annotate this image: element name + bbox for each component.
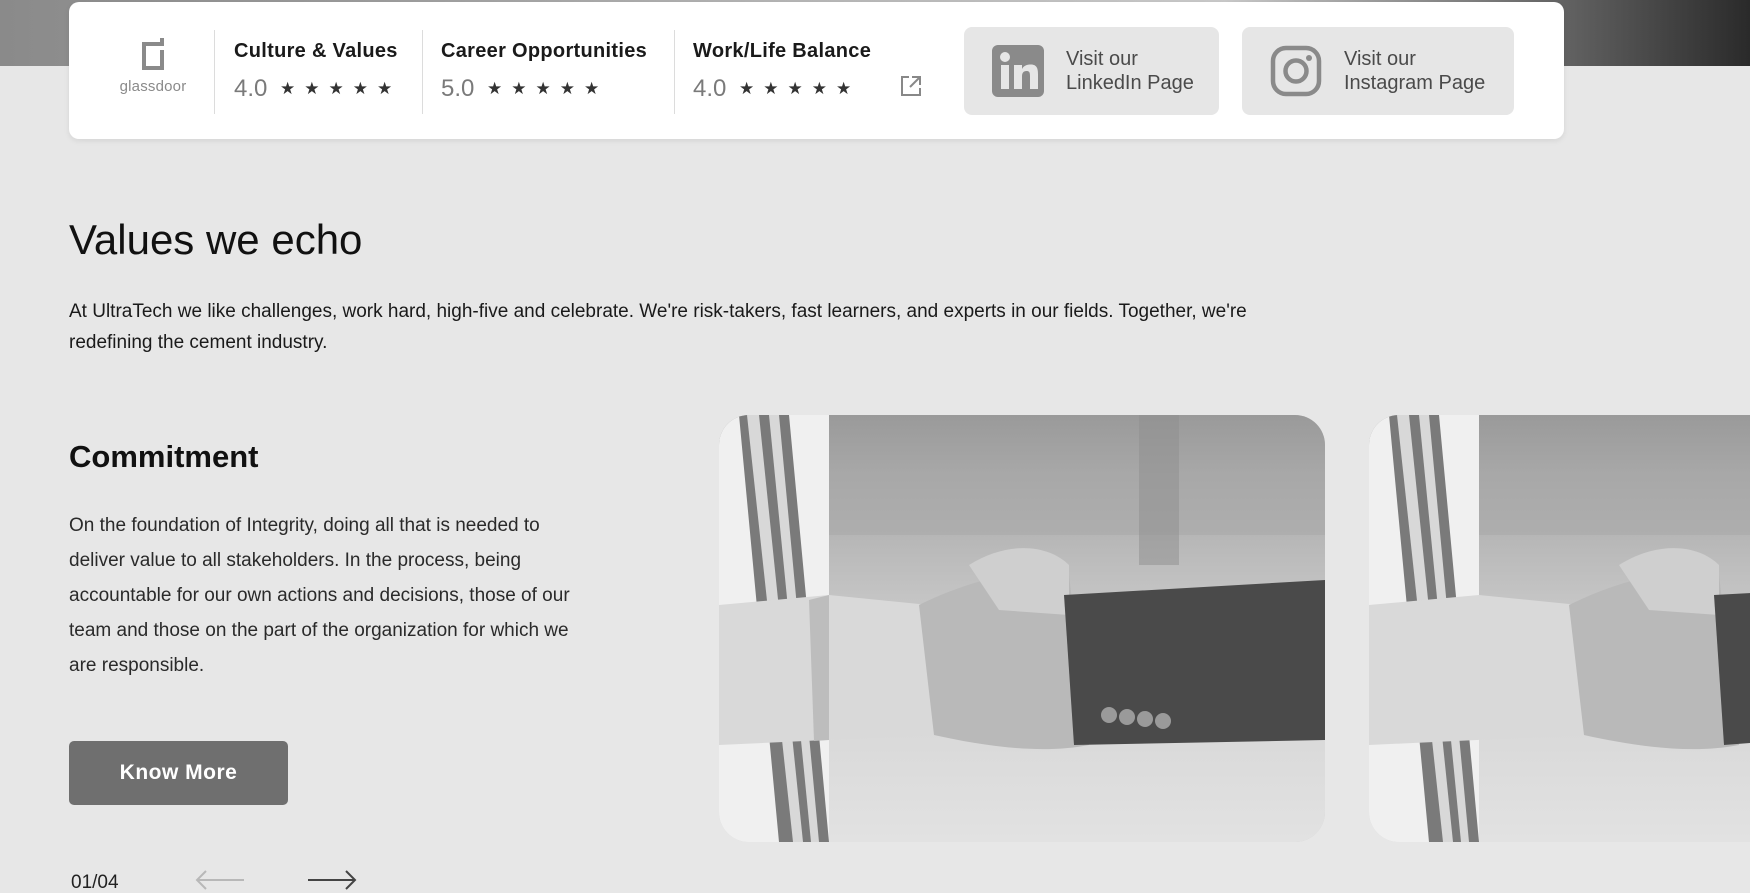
rating-score: 4.0 [234, 75, 268, 102]
rating-career-opportunities: Career Opportunities 5.0 ★★★★★ [441, 40, 647, 103]
know-more-button[interactable]: Know More [69, 741, 288, 805]
rating-work-life-balance: Work/Life Balance 4.0 ★★★★★ [693, 40, 871, 103]
instagram-label-line1: Visit our [1344, 48, 1416, 70]
external-link-icon[interactable] [899, 74, 923, 98]
glassdoor-icon [142, 38, 164, 70]
carousel-prev-arrow-icon[interactable] [194, 868, 246, 892]
linkedin-label-line1: Visit our [1066, 48, 1138, 70]
glassdoor-wordmark: glassdoor [119, 78, 187, 95]
divider [422, 30, 423, 114]
value-description: On the foundation of Integrity, doing al… [69, 515, 570, 676]
instagram-button[interactable]: Visit our Instagram Page [1242, 27, 1514, 115]
linkedin-icon [992, 45, 1044, 97]
handshake-photo [719, 415, 1325, 842]
instagram-icon [1270, 45, 1322, 97]
linkedin-button[interactable]: Visit our LinkedIn Page [964, 27, 1219, 115]
value-title: Commitment [69, 439, 259, 474]
rating-score: 4.0 [693, 75, 727, 102]
rating-score: 5.0 [441, 75, 475, 102]
ratings-card: glassdoor Culture & Values 4.0 ★★★★★ Car… [69, 2, 1564, 139]
handshake-photo [1369, 415, 1750, 842]
values-section-title: Values we echo [69, 216, 363, 263]
carousel-pager: 01/04 [71, 872, 119, 893]
rating-title: Work/Life Balance [693, 40, 872, 62]
divider [674, 30, 675, 114]
glassdoor-logo[interactable]: glassdoor [113, 36, 193, 106]
carousel-next-arrow-icon[interactable] [306, 868, 358, 892]
instagram-label-line2: Instagram Page [1344, 72, 1486, 94]
rating-title: Culture & Values [234, 40, 398, 62]
star-rating-icons: ★★★★★ [739, 79, 861, 98]
divider [214, 30, 215, 114]
star-rating-icons: ★★★★★ [280, 79, 402, 98]
values-section-description: At UltraTech we like challenges, work ha… [69, 301, 1247, 353]
rating-title: Career Opportunities [441, 40, 648, 62]
rating-culture-values: Culture & Values 4.0 ★★★★★ [234, 40, 401, 103]
star-rating-icons: ★★★★★ [487, 79, 609, 98]
linkedin-label-line2: LinkedIn Page [1066, 72, 1194, 94]
